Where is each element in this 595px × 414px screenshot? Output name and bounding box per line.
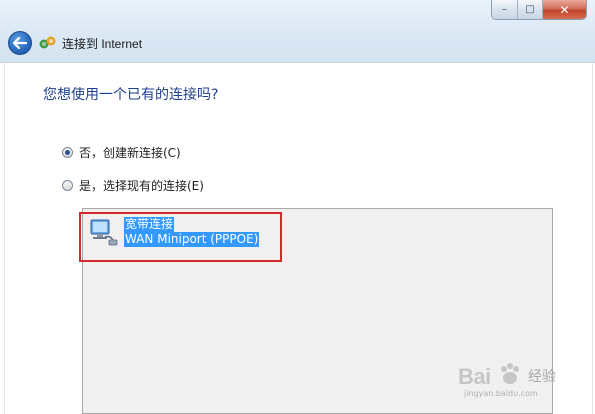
back-button[interactable] — [8, 31, 32, 55]
window-title: 连接到 Internet — [62, 37, 143, 51]
window-controls: – □ ✕ — [491, 0, 587, 20]
radio-button-unchecked[interactable] — [62, 180, 73, 191]
watermark-brand-left: Bai — [458, 364, 491, 389]
title-bar: – □ ✕ 连接到 Internet — [0, 0, 595, 63]
back-arrow-icon — [13, 37, 27, 49]
page-heading: 您想使用一个已有的连接吗? — [43, 87, 219, 103]
radio-label-use-existing: 是，选择现有的连接(E) — [79, 179, 204, 193]
watermark: Bai 经验 jingyan.baidu.com — [458, 357, 588, 401]
watermark-url: jingyan.baidu.com — [464, 389, 538, 398]
paw-icon — [501, 363, 519, 384]
minimize-button[interactable]: – — [492, 0, 518, 19]
maximize-button[interactable]: □ — [518, 0, 543, 19]
annotation-highlight-box — [79, 212, 282, 262]
watermark-brand-right: 经验 — [528, 369, 556, 385]
radio-label-create-new: 否，创建新连接(C) — [79, 146, 181, 160]
radio-use-existing[interactable]: 是，选择现有的连接(E) — [62, 177, 204, 194]
radio-create-new[interactable]: 否，创建新连接(C) — [62, 144, 181, 161]
connect-internet-icon — [39, 36, 56, 49]
close-button[interactable]: ✕ — [543, 0, 586, 19]
radio-button-checked[interactable] — [62, 147, 73, 158]
